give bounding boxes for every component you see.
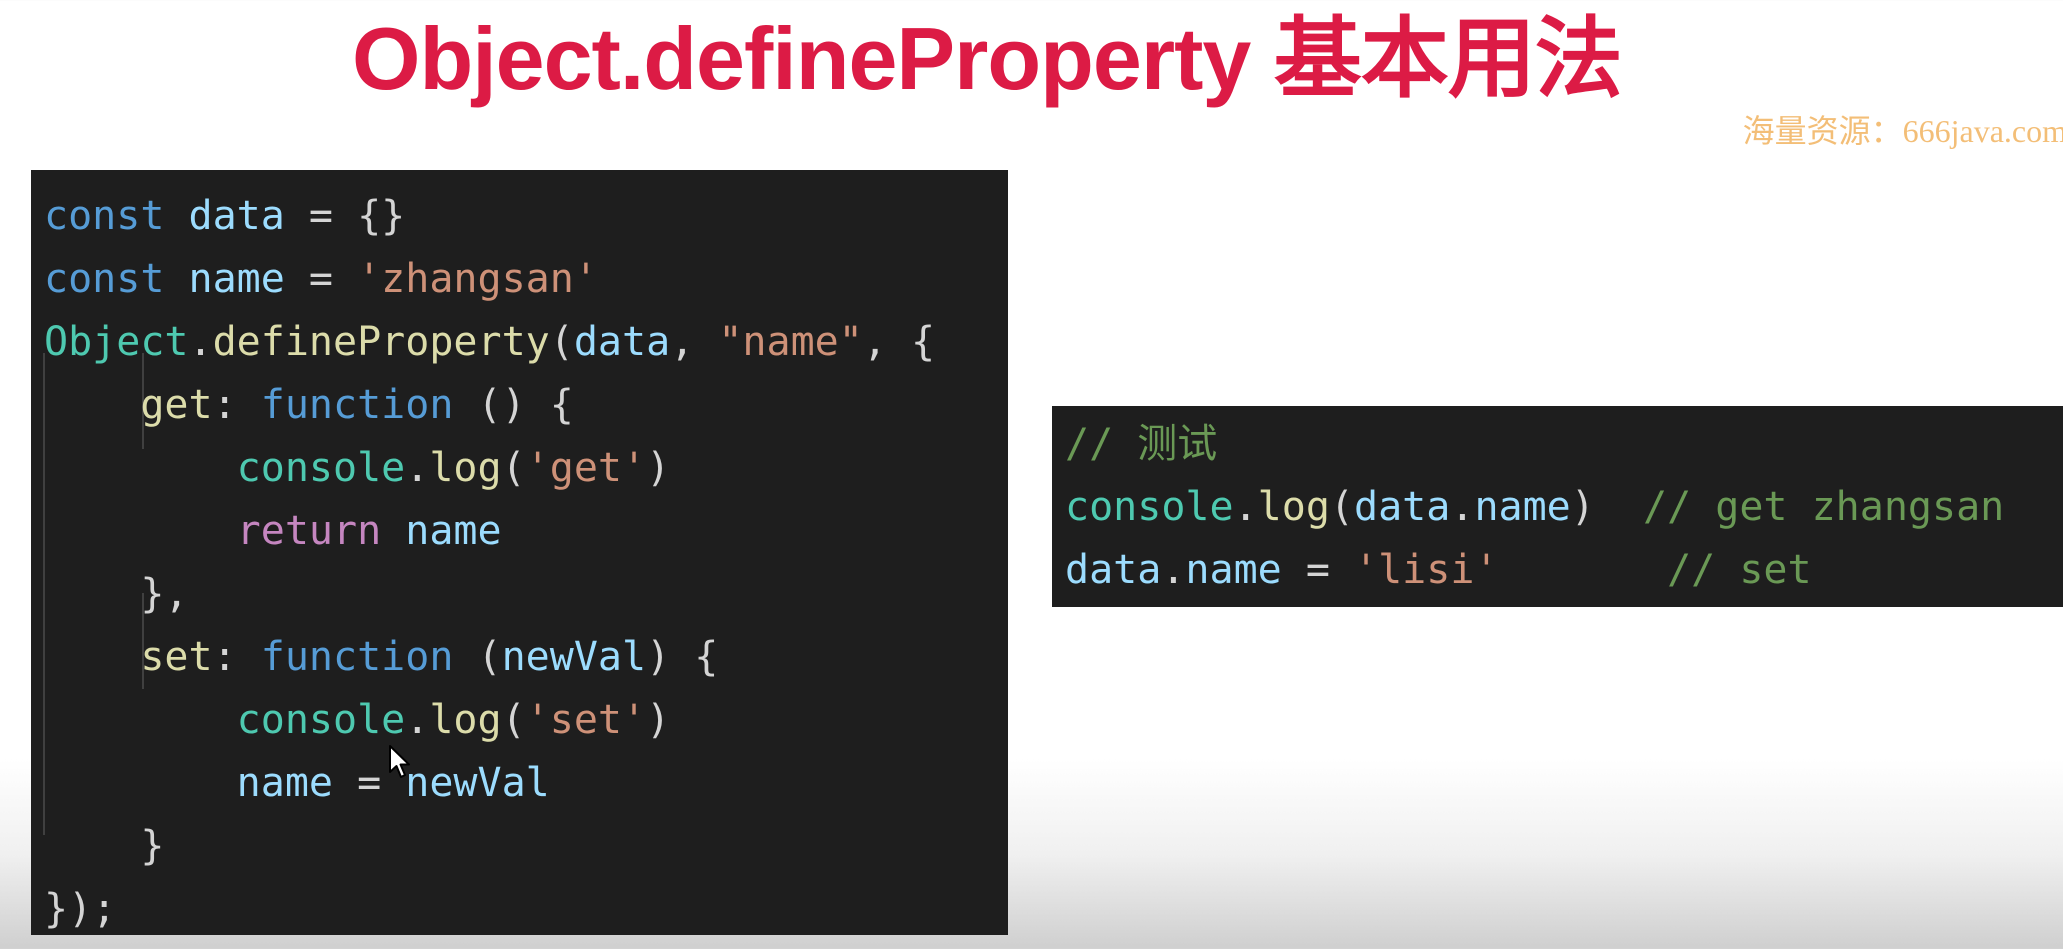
main-code-panel: const data = {} const name = 'zhangsan' … (31, 170, 1008, 935)
code-token: 'zhangsan' (357, 256, 598, 302)
code-token: : (212, 382, 261, 428)
code-token: }); (44, 886, 117, 932)
code-line: } (44, 818, 164, 874)
code-token: ( (501, 697, 526, 743)
code-token: console (236, 697, 406, 743)
code-token: ) (646, 445, 671, 491)
code-line: set: function (newVal) { (44, 629, 718, 685)
code-token: return (236, 508, 382, 554)
code-token: console (1065, 484, 1234, 530)
mouse-pointer-icon (389, 745, 410, 778)
code-token: log (1257, 484, 1330, 530)
code-token: ( (453, 634, 502, 680)
code-token: log (429, 445, 502, 491)
code-line: console.log('set') (44, 692, 671, 748)
code-token: . (188, 319, 213, 365)
code-token: 'get' (525, 445, 647, 491)
test-code-panel: // 测试 console.log(data.name) // get zhan… (1052, 406, 2063, 607)
code-token: ( (1329, 484, 1355, 530)
code-line: Object.defineProperty(data, "name", { (44, 314, 935, 370)
code-token: data (1354, 484, 1451, 530)
code-token: data (1065, 547, 1162, 593)
code-token: }, (44, 571, 189, 617)
code-token: set (140, 634, 213, 680)
code-token: defineProperty (212, 319, 550, 365)
code-token: Object (44, 319, 189, 365)
code-line: }, (44, 566, 189, 622)
slide-title: Object.defineProperty 基本用法 (352, 9, 1623, 108)
code-token: const (44, 193, 165, 239)
code-token: // set (1667, 547, 1812, 593)
code-token: . (1161, 547, 1186, 593)
code-token: . (405, 445, 430, 491)
code-token: . (1233, 484, 1258, 530)
code-token: newVal (501, 634, 647, 680)
code-line: }); (44, 881, 116, 935)
code-token: newVal (405, 760, 550, 806)
code-token: // get zhangsan (1643, 484, 2005, 530)
code-line: // 测试 (1065, 416, 1217, 472)
code-token: . (405, 697, 430, 743)
watermark-text: 海量资源：666java.com (1742, 113, 2063, 149)
code-token: ) { (646, 634, 719, 680)
code-token: "name" (718, 319, 863, 365)
code-token: , { (862, 319, 936, 365)
code-line: data.name = 'lisi' // set (1065, 542, 1812, 598)
code-token: = {} (284, 193, 406, 239)
code-token: , (670, 319, 719, 365)
code-token: = (284, 256, 358, 302)
code-line: console.log('get') (44, 440, 671, 496)
code-token: data (188, 193, 285, 239)
code-line: get: function () { (44, 377, 574, 433)
code-token: name (188, 256, 285, 302)
code-token: ) (1570, 484, 1644, 530)
code-token: name (1474, 484, 1571, 530)
code-line: const name = 'zhangsan' (44, 251, 598, 307)
code-token: () { (453, 382, 574, 428)
code-token: const (44, 256, 165, 302)
code-token: . (1450, 484, 1475, 530)
code-token: get (140, 382, 213, 428)
code-token: ( (549, 319, 574, 365)
code-line: name = newVal (44, 755, 550, 811)
code-token: data (573, 319, 671, 365)
code-token: function (260, 382, 454, 428)
code-token: // 测试 (1065, 421, 1218, 467)
code-line: console.log(data.name) // get zhangsan (1065, 479, 2004, 535)
code-token: name (1185, 547, 1282, 593)
code-line: const data = {} (44, 188, 405, 244)
code-token: log (429, 697, 502, 743)
code-token: } (44, 823, 165, 869)
code-line: return name (44, 503, 502, 559)
code-token: = (1281, 547, 1354, 593)
code-token: : (212, 634, 261, 680)
code-token: ) (646, 697, 671, 743)
code-token: function (260, 634, 454, 680)
code-token: console (236, 445, 406, 491)
code-token: ( (501, 445, 526, 491)
code-token: name (405, 508, 502, 554)
code-token: 'set' (525, 697, 647, 743)
code-token: 'lisi' (1354, 547, 1499, 593)
code-token: name (236, 760, 333, 806)
